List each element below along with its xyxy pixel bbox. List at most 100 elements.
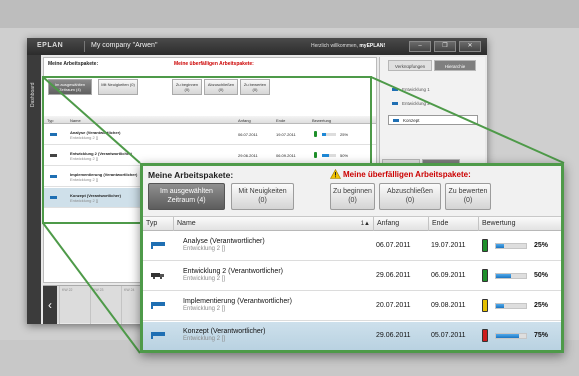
mini-col-bewertung[interactable]: Bewertung xyxy=(312,118,331,123)
progress-fill xyxy=(496,304,504,308)
mini-row-sub: Entwicklung 2 [] xyxy=(70,156,99,161)
tab-hierarchie[interactable]: Hierarchie xyxy=(434,60,476,71)
column-anfang[interactable]: Anfang xyxy=(373,217,428,231)
row-end-date: 09.08.2011 xyxy=(431,302,466,309)
timeline-week: KW 22 xyxy=(59,286,86,324)
row-start-date: 29.06.2011 xyxy=(376,272,411,279)
table-row[interactable]: Implementierung (Verantwortlicher) Entwi… xyxy=(143,292,561,321)
mini-row-percent: 25% xyxy=(340,132,349,137)
hierarchy-item-selected[interactable]: Konzept xyxy=(388,115,478,125)
hierarchy-item[interactable]: Entwicklung 1 xyxy=(388,85,478,95)
timeline-back-arrow-icon[interactable]: ‹ xyxy=(43,286,57,324)
truck-icon xyxy=(151,273,164,279)
button-line: Abzuschließen xyxy=(387,188,433,195)
progress-bar xyxy=(495,303,527,309)
mini-progress-bar xyxy=(322,133,336,136)
status-light xyxy=(482,299,488,312)
row-percent: 75% xyxy=(534,332,549,339)
row-start-date: 20.07.2011 xyxy=(376,302,411,309)
mini-row-sub: Entwicklung 2 [] xyxy=(70,177,99,182)
timeline-week: KW 23 xyxy=(90,286,117,324)
flag-icon xyxy=(50,196,57,199)
status-light xyxy=(314,152,317,158)
side-tab-label: Dashboard xyxy=(30,82,36,107)
button-line: (0) xyxy=(258,197,267,204)
flag-icon xyxy=(151,302,165,309)
dashboard-side-tab[interactable]: Dashboard xyxy=(27,55,41,324)
welcome-text: Herzlich willkommen, myEPLAN! xyxy=(311,43,385,49)
welcome-label: Herzlich willkommen, xyxy=(311,43,358,49)
hierarchy-item[interactable]: Entwicklung 2 xyxy=(388,99,478,109)
filter-with-news-button[interactable]: Mit Neuigkeiten (0) xyxy=(231,183,294,210)
column-name[interactable]: Name 1▲ xyxy=(173,217,373,231)
flag-icon xyxy=(151,332,165,339)
company-name: My company "Arwen" xyxy=(91,42,158,49)
filter-to-complete-button[interactable]: Abzuschließen (0) xyxy=(379,183,441,210)
tab-verknuepfungen[interactable]: Verknüpfungen xyxy=(388,60,432,71)
table-header: Typ Name 1▲ Anfang Ende Bewertung xyxy=(143,217,561,231)
button-line: Mit Neuigkeiten xyxy=(238,188,287,195)
mini-row-end: 06.09.2011 xyxy=(276,153,296,158)
restore-button[interactable]: ❐ xyxy=(434,41,456,52)
progress-bar xyxy=(495,243,527,249)
button-line: (0) xyxy=(463,197,473,204)
mini-filter-to-complete[interactable]: Abzuschließen (0) xyxy=(204,79,238,95)
row-name: Analyse (Verantwortlicher) xyxy=(183,238,265,245)
mini-col-typ[interactable]: Typ xyxy=(47,118,53,123)
warning-triangle-icon xyxy=(330,169,341,179)
app-titlebar: EPLAN My company "Arwen" Herzlich willko… xyxy=(27,38,487,55)
column-bewertung[interactable]: Bewertung xyxy=(478,217,561,231)
progress-bar xyxy=(495,333,527,339)
filter-selected-period-button[interactable]: Im ausgewählten Zeitraum (4) xyxy=(148,183,225,210)
button-line: Zu beginnen xyxy=(333,188,372,195)
column-name-label: Name xyxy=(177,220,196,227)
row-project: Entwicklung 2 [] xyxy=(183,246,226,252)
minimize-button[interactable]: ‒ xyxy=(409,41,431,52)
hierarchy-item-label: Konzept xyxy=(403,118,420,123)
mini-filter-selected-period[interactable]: Im ausgewählten Zeitraum (4) xyxy=(48,79,92,95)
panel-title: Meine Arbeitspakete: xyxy=(148,170,234,180)
table-row[interactable]: Analyse (Verantwortlicher) Entwicklung 2… xyxy=(143,232,561,261)
close-button[interactable]: ✕ xyxy=(459,41,481,52)
column-typ[interactable]: Typ xyxy=(143,217,173,231)
flag-icon xyxy=(50,133,57,136)
titlebar-divider xyxy=(84,41,85,52)
filter-to-rate-button[interactable]: Zu bewerten (0) xyxy=(445,183,491,210)
progress-bar xyxy=(495,273,527,279)
app-logo: EPLAN xyxy=(37,42,64,49)
hierarchy-item-label: Entwicklung 2 xyxy=(402,101,430,106)
row-name: Implementierung (Verantwortlicher) xyxy=(183,298,292,305)
mini-panel-title: Meine Arbeitspakete: xyxy=(48,61,99,67)
welcome-user: myEPLAN! xyxy=(359,43,386,49)
mini-col-anfang[interactable]: Anfang xyxy=(238,118,251,123)
truck-icon xyxy=(50,154,57,157)
mini-row-percent: 50% xyxy=(340,153,349,158)
mini-row-end: 19.07.2011 xyxy=(276,132,296,137)
button-line: Im ausgewählten xyxy=(160,188,213,195)
mini-table-row[interactable]: Analyse (Verantwortlicher) Entwicklung 2… xyxy=(44,125,376,145)
mini-table-header: Typ Name Anfang Ende Bewertung xyxy=(44,116,376,124)
sort-ascending-indicator: 1▲ xyxy=(360,221,370,227)
button-line: (0) xyxy=(405,197,415,204)
mini-filter-to-start[interactable]: Zu beginnen (0) xyxy=(172,79,202,95)
mini-row-sub: Entwicklung 2 [] xyxy=(70,135,99,140)
table-row-selected[interactable]: Konzept (Verantwortlicher) Entwicklung 2… xyxy=(143,322,561,350)
mini-warning-title: Meine überfälligen Arbeitspakete: xyxy=(174,61,254,67)
table-row[interactable]: Entwicklung 2 (Verantwortlicher) Entwick… xyxy=(143,262,561,291)
row-end-date: 06.09.2011 xyxy=(431,272,466,279)
hierarchy-item-label: Entwicklung 1 xyxy=(402,87,430,92)
status-light xyxy=(482,269,488,282)
button-line: Zu bewerten xyxy=(448,188,488,195)
mini-filter-news[interactable]: Mit Neuigkeiten (0) xyxy=(98,79,138,95)
row-percent: 50% xyxy=(534,272,549,279)
progress-fill xyxy=(496,334,519,338)
status-light xyxy=(482,239,488,252)
flag-icon xyxy=(392,102,398,105)
mini-col-ende[interactable]: Ende xyxy=(276,118,285,123)
mini-filter-to-rate[interactable]: Zu bewerten (0) xyxy=(240,79,270,95)
background-top xyxy=(0,0,579,28)
column-ende[interactable]: Ende xyxy=(428,217,478,231)
mini-col-name[interactable]: Name xyxy=(70,118,81,123)
mini-row-sub: Entwicklung 2 [] xyxy=(70,198,99,203)
filter-to-start-button[interactable]: Zu beginnen (0) xyxy=(330,183,375,210)
